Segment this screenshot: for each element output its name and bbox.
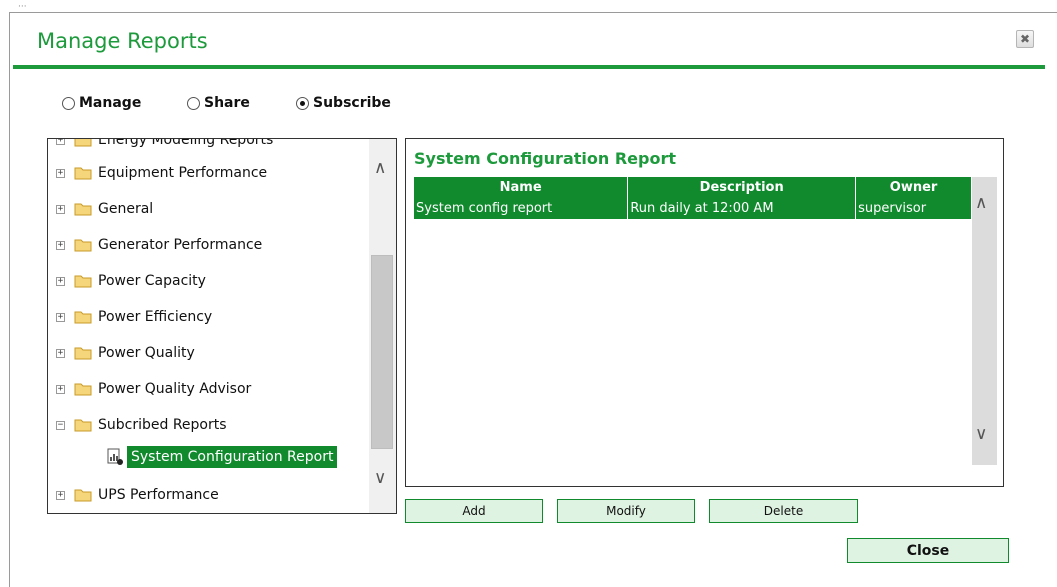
dialog-title: Manage Reports <box>37 29 208 53</box>
folder-icon <box>74 139 92 147</box>
tree-item-label: Subcribed Reports <box>98 417 227 433</box>
tree-scrollbar-thumb[interactable] <box>371 255 393 449</box>
add-button[interactable]: Add <box>405 499 543 523</box>
expand-icon[interactable]: + <box>56 139 65 145</box>
expand-icon[interactable]: + <box>56 384 65 394</box>
tree-item-equipment-performance[interactable]: + Equipment Performance <box>48 162 267 184</box>
collapse-icon[interactable]: − <box>56 420 65 430</box>
tree-item-label: Generator Performance <box>98 237 263 253</box>
radio-share-label: Share <box>204 95 250 111</box>
tree-item-general[interactable]: + General <box>48 198 153 220</box>
folder-icon <box>74 275 92 288</box>
scroll-up-icon[interactable]: ∧ <box>975 193 987 213</box>
radio-manage-label: Manage <box>79 95 142 111</box>
tree-item-power-capacity[interactable]: + Power Capacity <box>48 270 206 292</box>
tree-item-subscribed-reports[interactable]: − Subcribed Reports <box>48 414 227 436</box>
report-tree: + Energy Modeling Reports + Equipment Pe… <box>47 138 397 514</box>
close-icon[interactable]: ✖ <box>1016 30 1034 48</box>
tree-item-ups-performance[interactable]: + UPS Performance <box>48 484 219 506</box>
folder-icon <box>74 311 92 324</box>
tree-item-label: Power Efficiency <box>98 309 213 325</box>
folder-icon <box>74 347 92 360</box>
table-row[interactable]: System config report Run daily at 12:00 … <box>414 197 972 219</box>
expand-icon[interactable]: + <box>56 204 65 214</box>
expand-icon[interactable]: + <box>56 276 65 286</box>
delete-button[interactable]: Delete <box>709 499 858 523</box>
scroll-down-icon[interactable]: ∨ <box>975 424 987 444</box>
tree-item-label: Power Quality <box>98 345 195 361</box>
radio-subscribe-indicator[interactable] <box>296 96 309 110</box>
folder-icon <box>74 383 92 396</box>
folder-icon <box>74 419 92 432</box>
tree-item-label: System Configuration Report <box>127 446 338 468</box>
folder-icon <box>74 167 92 180</box>
tree-item-label: Equipment Performance <box>98 165 268 181</box>
close-button[interactable]: Close <box>847 538 1009 563</box>
report-title: System Configuration Report <box>414 149 676 168</box>
radio-share[interactable]: Share <box>187 95 250 111</box>
tree-item-system-configuration-report[interactable]: System Configuration Report <box>106 446 338 468</box>
radio-manage-indicator[interactable] <box>62 96 75 110</box>
cell-name[interactable]: System config report <box>414 197 629 219</box>
tree-item-label: UPS Performance <box>98 487 219 503</box>
tree-item-label: General <box>98 201 154 217</box>
scroll-up-icon[interactable]: ∧ <box>374 158 386 178</box>
tree-item-label: Energy Modeling Reports <box>98 138 274 148</box>
title-divider <box>13 65 1045 69</box>
report-icon <box>107 448 123 465</box>
tree-item-generator-performance[interactable]: + Generator Performance <box>48 234 262 256</box>
tree-item-power-quality[interactable]: + Power Quality <box>48 342 195 364</box>
folder-icon <box>74 489 92 502</box>
cell-owner[interactable]: supervisor <box>855 197 972 219</box>
subscriptions-table: Name Description Owner System config rep… <box>414 177 972 219</box>
expand-icon[interactable]: + <box>56 168 65 178</box>
radio-subscribe-label: Subscribe <box>313 95 391 111</box>
expand-icon[interactable]: + <box>56 240 65 250</box>
tree-item-label: Power Capacity <box>98 273 206 289</box>
expand-icon[interactable]: + <box>56 348 65 358</box>
modify-button[interactable]: Modify <box>557 499 695 523</box>
column-header-name[interactable]: Name <box>414 177 629 197</box>
expand-icon[interactable]: + <box>56 490 65 500</box>
tree-item-power-efficiency[interactable]: + Power Efficiency <box>48 306 212 328</box>
folder-icon <box>74 239 92 252</box>
tree-item-partial[interactable]: + Energy Modeling Reports <box>48 138 274 151</box>
table-scrollbar[interactable] <box>972 177 997 465</box>
expand-icon[interactable]: + <box>56 312 65 322</box>
folder-icon <box>74 203 92 216</box>
tree-item-power-quality-advisor[interactable]: + Power Quality Advisor <box>48 378 251 400</box>
cell-description[interactable]: Run daily at 12:00 AM <box>627 197 857 219</box>
tree-item-label: Power Quality Advisor <box>98 381 252 397</box>
scroll-down-icon[interactable]: ∨ <box>374 468 386 488</box>
radio-manage[interactable]: Manage <box>62 95 141 111</box>
column-header-owner[interactable]: Owner <box>855 177 972 197</box>
column-header-description[interactable]: Description <box>627 177 857 197</box>
radio-share-indicator[interactable] <box>187 96 200 110</box>
radio-subscribe[interactable]: Subscribe <box>296 95 391 111</box>
table-header-row: Name Description Owner <box>414 177 972 197</box>
background-window-text: ··· <box>18 2 27 12</box>
